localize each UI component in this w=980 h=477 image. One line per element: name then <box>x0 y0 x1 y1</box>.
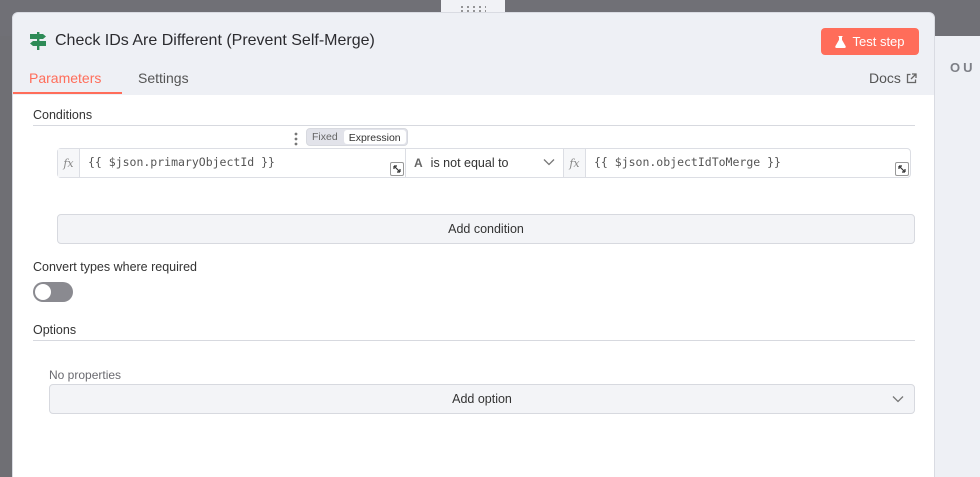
left-value-field[interactable]: {{ $json.primaryObjectId }} <box>80 149 405 177</box>
test-step-button[interactable]: Test step <box>821 28 919 55</box>
chevron-down-icon <box>543 159 555 166</box>
node-title[interactable]: Check IDs Are Different (Prevent Self-Me… <box>55 32 375 50</box>
signpost-icon <box>30 32 46 50</box>
operator-select[interactable]: A is not equal to <box>405 149 564 177</box>
mode-expression[interactable]: Expression <box>343 130 406 144</box>
expand-editor-icon[interactable] <box>895 162 909 176</box>
fx-icon: fx <box>564 149 586 177</box>
tab-parameters[interactable]: Parameters <box>29 70 101 86</box>
node-settings-modal: Check IDs Are Different (Prevent Self-Me… <box>12 12 935 477</box>
toggle-knob <box>35 284 51 300</box>
conditions-label: Conditions <box>33 108 93 122</box>
docs-label: Docs <box>869 70 901 86</box>
operator-label: is not equal to <box>430 156 509 170</box>
right-value-field[interactable]: {{ $json.objectIdToMerge }} <box>586 149 910 177</box>
no-properties-text: No properties <box>49 368 122 382</box>
mode-fixed[interactable]: Fixed <box>307 129 343 145</box>
parameters-panel: Conditions Fixed Expression fx {{ $json.… <box>13 95 934 477</box>
fx-icon: fx <box>58 149 80 177</box>
left-value-text: {{ $json.primaryObjectId }} <box>88 155 275 169</box>
test-step-label: Test step <box>852 34 905 49</box>
right-value-text: {{ $json.objectIdToMerge }} <box>594 155 781 169</box>
conditions-divider <box>33 125 915 126</box>
convert-types-toggle[interactable] <box>33 282 73 302</box>
expand-editor-icon[interactable] <box>390 162 404 176</box>
node-header: Check IDs Are Different (Prevent Self-Me… <box>13 13 934 95</box>
tab-settings[interactable]: Settings <box>138 70 189 86</box>
add-option-select[interactable]: Add option <box>49 384 915 414</box>
external-link-icon <box>906 72 917 83</box>
string-type-icon: A <box>414 156 423 170</box>
condition-row: fx {{ $json.primaryObjectId }} A is not … <box>57 148 911 178</box>
convert-types-label: Convert types where required <box>33 260 197 274</box>
docs-link[interactable]: Docs <box>869 70 917 86</box>
add-condition-button[interactable]: Add condition <box>57 214 915 244</box>
add-option-label: Add option <box>452 392 512 406</box>
flask-icon <box>835 35 847 48</box>
fixed-expression-toggle[interactable]: Fixed Expression <box>306 128 408 146</box>
output-panel: OU <box>934 36 980 477</box>
more-vertical-icon[interactable] <box>293 132 299 146</box>
options-divider <box>33 340 915 341</box>
chevron-down-icon <box>892 396 904 403</box>
output-panel-label: OU <box>950 60 976 75</box>
active-tab-indicator <box>13 92 122 94</box>
options-label: Options <box>33 323 77 337</box>
